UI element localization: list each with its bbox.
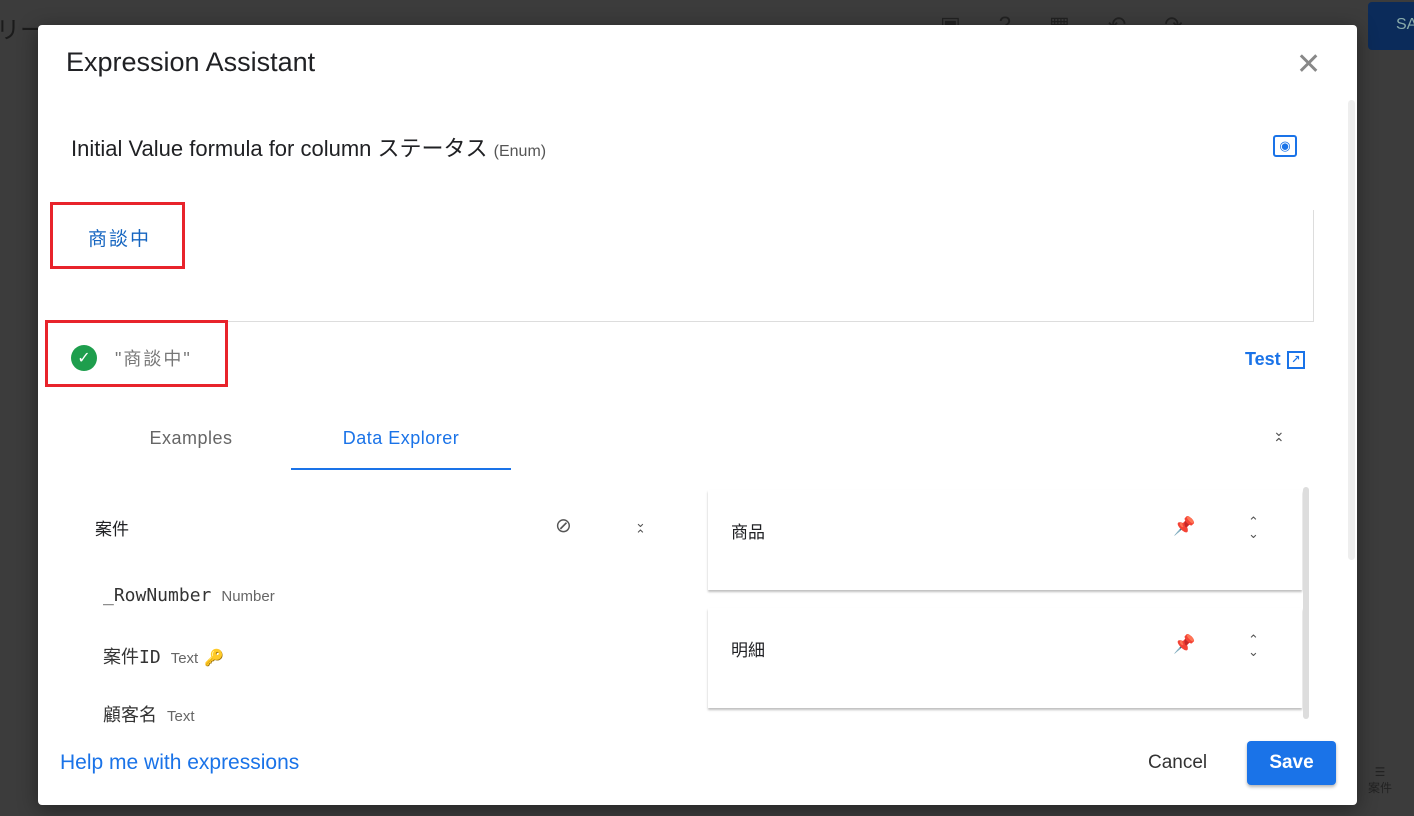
background-nav-item: ☰ 案件 bbox=[1368, 765, 1392, 796]
table-name: 明細 bbox=[731, 641, 765, 660]
key-icon: 🔑 bbox=[204, 648, 225, 667]
background-save-button: SA bbox=[1368, 2, 1414, 50]
unpin-icon[interactable]: ⊘ bbox=[555, 513, 572, 538]
expression-assistant-dialog: Expression Assistant ✕ Initial Value for… bbox=[38, 25, 1357, 805]
table-name: 商品 bbox=[731, 523, 765, 542]
column-item[interactable]: 案件ID Text 🔑 bbox=[103, 643, 224, 669]
column-type: Text bbox=[170, 650, 199, 667]
column-item[interactable]: _RowNumber Number bbox=[103, 585, 275, 606]
collapse-icon[interactable]: ⌄ ⌃ bbox=[635, 516, 646, 541]
explorer-scrollbar[interactable] bbox=[1303, 487, 1309, 719]
column-name: 顧客名 bbox=[103, 705, 157, 726]
list-icon: ☰ bbox=[1374, 765, 1386, 779]
test-label: Test bbox=[1245, 349, 1281, 369]
tab-data-explorer[interactable]: Data Explorer bbox=[291, 415, 511, 470]
open-in-new-icon: ↗ bbox=[1286, 350, 1305, 369]
highlight-box bbox=[45, 320, 228, 387]
pin-icon[interactable]: 📌 bbox=[1173, 516, 1195, 537]
subtitle-text: Initial Value formula for column ステータス bbox=[71, 136, 488, 161]
tab-examples[interactable]: Examples bbox=[91, 415, 291, 470]
pin-icon[interactable]: 📌 bbox=[1173, 634, 1195, 655]
save-button[interactable]: Save bbox=[1247, 741, 1336, 785]
eye-icon[interactable]: ◉ bbox=[1273, 135, 1297, 157]
help-link[interactable]: Help me with expressions bbox=[60, 751, 299, 775]
test-link[interactable]: Test ↗ bbox=[1245, 349, 1305, 370]
expression-editor[interactable]: 商談中 bbox=[71, 210, 1314, 322]
expand-icon[interactable]: ⌃ ⌄ bbox=[1248, 633, 1259, 658]
related-table-card[interactable]: 明細 📌 ⌃ ⌄ bbox=[708, 608, 1302, 708]
dialog-scrollbar[interactable] bbox=[1348, 100, 1355, 560]
cancel-button[interactable]: Cancel bbox=[1148, 752, 1207, 774]
expand-icon[interactable]: ⌃ ⌄ bbox=[1248, 515, 1259, 540]
tabs: Examples Data Explorer bbox=[91, 415, 511, 470]
column-name: 案件ID bbox=[103, 647, 161, 668]
column-type: Text bbox=[167, 708, 195, 725]
background-nav-label: 案件 bbox=[1368, 781, 1393, 795]
column-type: Number bbox=[221, 588, 275, 605]
related-table-card[interactable]: 商品 📌 ⌃ ⌄ bbox=[708, 490, 1302, 590]
column-item[interactable]: 顧客名 Text bbox=[103, 701, 195, 727]
column-name: _RowNumber bbox=[103, 585, 212, 606]
highlight-box bbox=[50, 202, 185, 269]
collapse-all-icon[interactable]: ⌄ ⌃ bbox=[1273, 424, 1285, 450]
formula-subtitle: Initial Value formula for column ステータス (… bbox=[71, 131, 546, 163]
close-icon[interactable]: ✕ bbox=[1296, 47, 1321, 82]
column-type: (Enum) bbox=[493, 143, 547, 160]
dialog-title: Expression Assistant bbox=[66, 47, 316, 77]
table-name: 案件 bbox=[95, 520, 129, 539]
